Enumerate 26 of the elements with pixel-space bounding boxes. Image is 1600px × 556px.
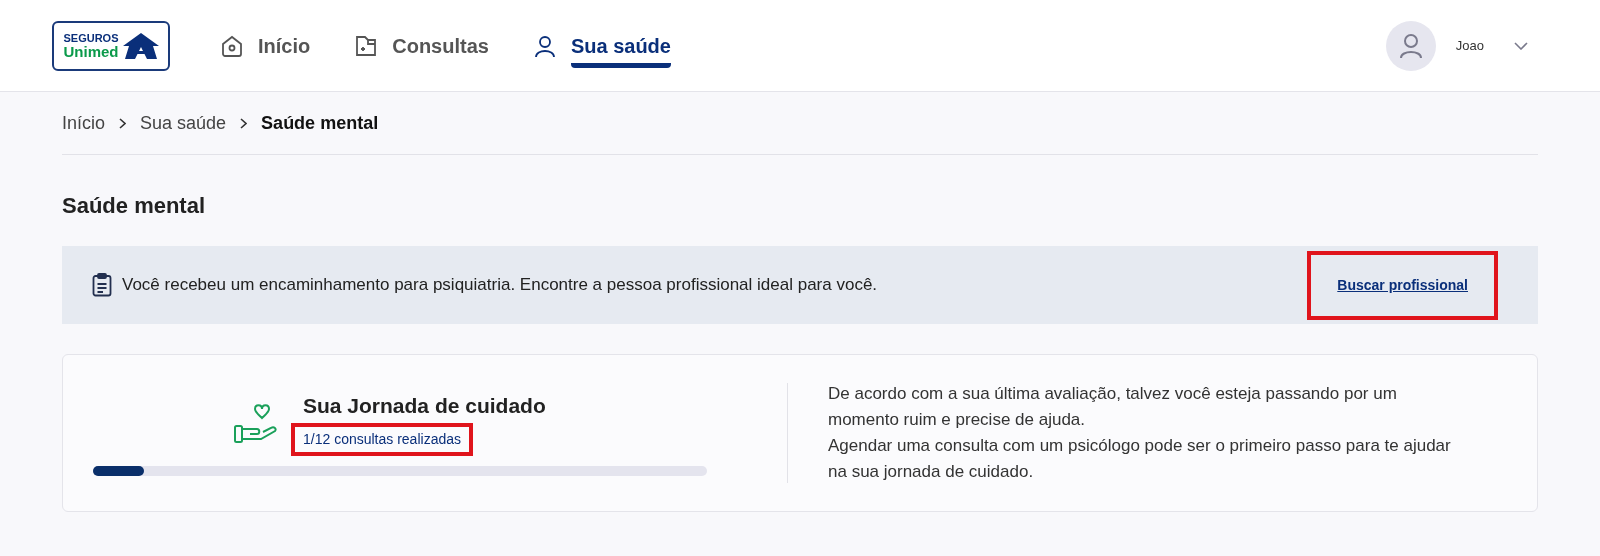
breadcrumb-link[interactable]: Início: [62, 109, 106, 137]
logo-text: SEGUROS: [63, 32, 119, 44]
logo-text: Unimed: [63, 43, 119, 59]
clipboard-icon: [92, 273, 112, 297]
home-icon: [220, 33, 244, 58]
referral-text: Você recebeu um encaminhamento para psiquiatria. Encontre a pessoa profissional ideal para você.: [122, 274, 878, 297]
logo[interactable]: SEGUROS Unimed: [52, 20, 170, 71]
journey-title: Sua Jornada de cuidado: [303, 393, 546, 420]
description-text: Agendar uma consulta com um psicólogo pode ser o primeiro passo para te ajudar na sua jornada de cuidado.: [828, 435, 1452, 483]
chevron-right-icon: [240, 117, 248, 129]
user-icon: [532, 33, 557, 58]
nav-tab[interactable]: Sua saúde: [570, 23, 671, 68]
breadcrumb-current: Saúde mental: [261, 111, 379, 135]
description-text: De acordo com a sua última avaliação, talvez você esteja passando por um momento ruim e precise de ajuda.: [828, 383, 1398, 431]
chevron-right-icon: [119, 117, 127, 129]
page-title: Saúde mental: [62, 192, 207, 220]
user-icon: [1398, 32, 1423, 59]
breadcrumb-link[interactable]: Sua saúde: [140, 109, 227, 137]
document-plus-icon: [354, 33, 379, 58]
chevron-down-icon[interactable]: [1514, 41, 1528, 50]
nav-tab[interactable]: Consultas: [392, 30, 489, 61]
nav-tab[interactable]: Início: [258, 30, 311, 61]
user-name[interactable]: Joao: [1455, 35, 1484, 56]
logo-icon: [122, 32, 159, 59]
search-professional-link[interactable]: Buscar profissional: [1307, 250, 1498, 320]
progress-text: 1/12 consultas realizadas: [291, 422, 473, 456]
